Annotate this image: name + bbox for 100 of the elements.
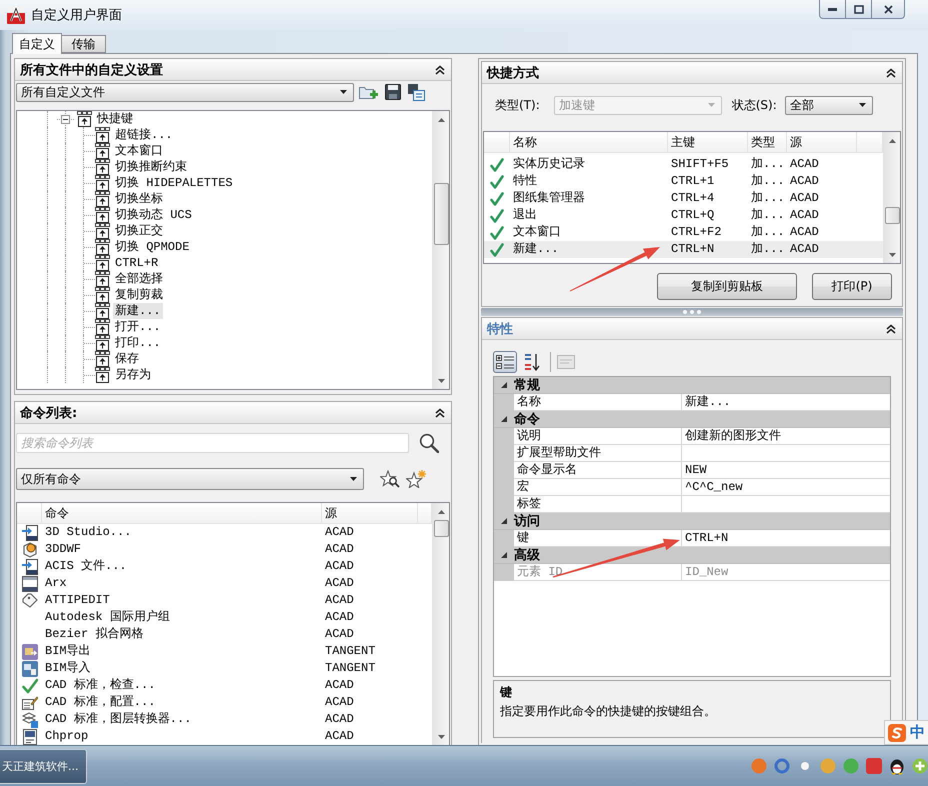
column-header[interactable]: 源 [787,132,857,152]
category-row[interactable]: 高级 [494,547,890,564]
category-row[interactable]: 常规 [494,377,890,394]
expanded-triangle-icon[interactable] [501,518,507,524]
shortcut-row[interactable]: 文本窗口 CTRL+F2 加... ACAD [484,224,883,241]
keys-icon [95,271,110,287]
shortcut-row[interactable]: 图纸集管理器 CTRL+4 加... ACAD [484,190,883,207]
view-toggle-button[interactable] [493,351,517,373]
command-source: ACAD [324,626,355,643]
collapse-icon[interactable] [886,68,896,78]
tree-item[interactable]: 另存为 [113,367,153,383]
tree-item[interactable]: 切换坐标 [113,191,165,207]
tree-item[interactable]: 切换动态 UCS [113,207,194,223]
filter-dropdown[interactable]: 仅所有命令 [16,468,364,490]
tree-item[interactable]: 切换 HIDEPALETTES [113,175,235,191]
ime-mode[interactable]: 中 [910,723,925,742]
property-value: ID_New [682,564,890,581]
property-row[interactable]: 命令显示名 NEW [494,462,890,479]
tree-item[interactable]: 文本窗口 [113,143,165,159]
window-list-icon[interactable] [408,84,425,100]
shortcut-row[interactable]: 新建... CTRL+N 加... ACAD [484,241,883,258]
file-dropdown[interactable]: 所有自定义文件 [16,82,354,102]
column-header[interactable]: 主键 [668,132,748,152]
search-icon[interactable] [419,433,439,453]
print-button[interactable]: 打印(P) [812,273,892,300]
property-row[interactable]: 键 CTRL+N [494,530,890,547]
tree-item[interactable]: 保存 [113,351,141,367]
close-button[interactable] [871,0,905,19]
scroll-thumb[interactable] [434,520,448,537]
tree-item[interactable]: 新建... [113,303,163,319]
panel-title: 特性 [487,320,513,338]
taskbar-button[interactable]: 天正建筑软件... [0,748,87,784]
category-label: 命令 [514,411,540,428]
copy-to-clipboard-button[interactable]: 复制到剪贴板 [657,273,797,300]
column-header[interactable]: 类型 [748,132,787,152]
category-row[interactable]: 访问 [494,513,890,530]
scroll-thumb[interactable] [884,207,900,224]
scrollbar[interactable] [432,503,449,745]
tree-item[interactable]: 复制剪裁 [113,287,165,303]
scroll-down-icon[interactable] [438,734,444,738]
property-row[interactable]: 扩展型帮助文件 [494,445,890,462]
shortcut-type: 加... [750,224,786,241]
collapse-toggle-icon[interactable] [60,114,70,124]
collapse-icon[interactable] [435,64,445,74]
keys-icon [95,303,110,319]
star-search-icon[interactable] [380,470,400,488]
scroll-up-icon[interactable] [888,138,896,142]
expanded-triangle-icon[interactable] [501,552,507,558]
tab[interactable]: 自定义 [12,33,62,54]
ime-logo-icon[interactable] [888,724,906,742]
property-row[interactable]: 说明 创建新的图形文件 [494,428,890,445]
property-row[interactable]: 宏 ^C^C_new [494,479,890,496]
column-header[interactable]: 源 [322,503,418,523]
shortcut-row[interactable]: 实体历史记录 SHIFT+F5 加... ACAD [484,156,883,173]
scrollbar[interactable] [883,132,900,263]
status-dropdown[interactable]: 全部 [784,96,873,114]
tree-item[interactable]: 切换 QPMODE [113,239,192,255]
shortcut-row[interactable]: 退出 CTRL+Q 加... ACAD [484,207,883,224]
scroll-down-icon[interactable] [438,378,444,382]
keys-icon [95,351,110,367]
property-row[interactable]: 标签 [494,496,890,513]
property-row[interactable]: 名称 新建... [494,394,890,411]
tree-item[interactable]: 超链接... [113,127,175,143]
expanded-triangle-icon[interactable] [501,382,507,388]
scrollbar[interactable] [432,111,449,389]
tree-item[interactable]: 快捷键 [95,111,135,127]
tree-item[interactable]: CTRL+R [113,255,160,271]
keys-icon [95,207,110,223]
scroll-up-icon[interactable] [438,118,444,122]
property-name: 元素 ID [514,564,682,581]
column-header[interactable]: 名称 [510,132,668,152]
scroll-thumb[interactable] [434,183,448,245]
tree-item[interactable]: 打开... [113,319,163,335]
shortcut-type: 加... [750,190,786,207]
command-source: ACAD [324,728,355,745]
tile-icon[interactable] [866,758,882,774]
collapse-icon[interactable] [435,408,445,418]
plus-circle-icon[interactable] [912,758,928,774]
command-source: ACAD [324,541,355,558]
penguin-icon[interactable] [889,757,905,775]
search-field[interactable]: 搜索命令列表 [16,433,409,453]
shortcut-row[interactable]: 特性 CTRL+1 加... ACAD [484,173,883,190]
expanded-triangle-icon[interactable] [501,416,507,422]
tree-item[interactable]: 全部选择 [113,271,165,287]
minimize-button[interactable] [819,0,846,19]
save-icon[interactable] [385,84,401,100]
command-name: BIM导出 [44,643,92,660]
tree-item[interactable]: 打印... [113,335,163,351]
tree-item[interactable]: 切换正交 [113,223,165,239]
shortcut-key: CTRL+N [668,241,748,258]
column-header[interactable]: 命令 [42,503,322,523]
tab[interactable]: 传输 [61,35,106,53]
scroll-up-icon[interactable] [438,510,444,514]
category-row[interactable]: 命令 [494,411,890,428]
folder-plus-icon[interactable] [359,84,378,100]
shortcut-source: ACAD [789,156,820,173]
scroll-down-icon[interactable] [888,252,896,256]
collapse-icon[interactable] [886,324,896,334]
tree-item[interactable]: 切换推断约束 [113,159,189,175]
star-sparkle-icon[interactable] [406,470,426,488]
